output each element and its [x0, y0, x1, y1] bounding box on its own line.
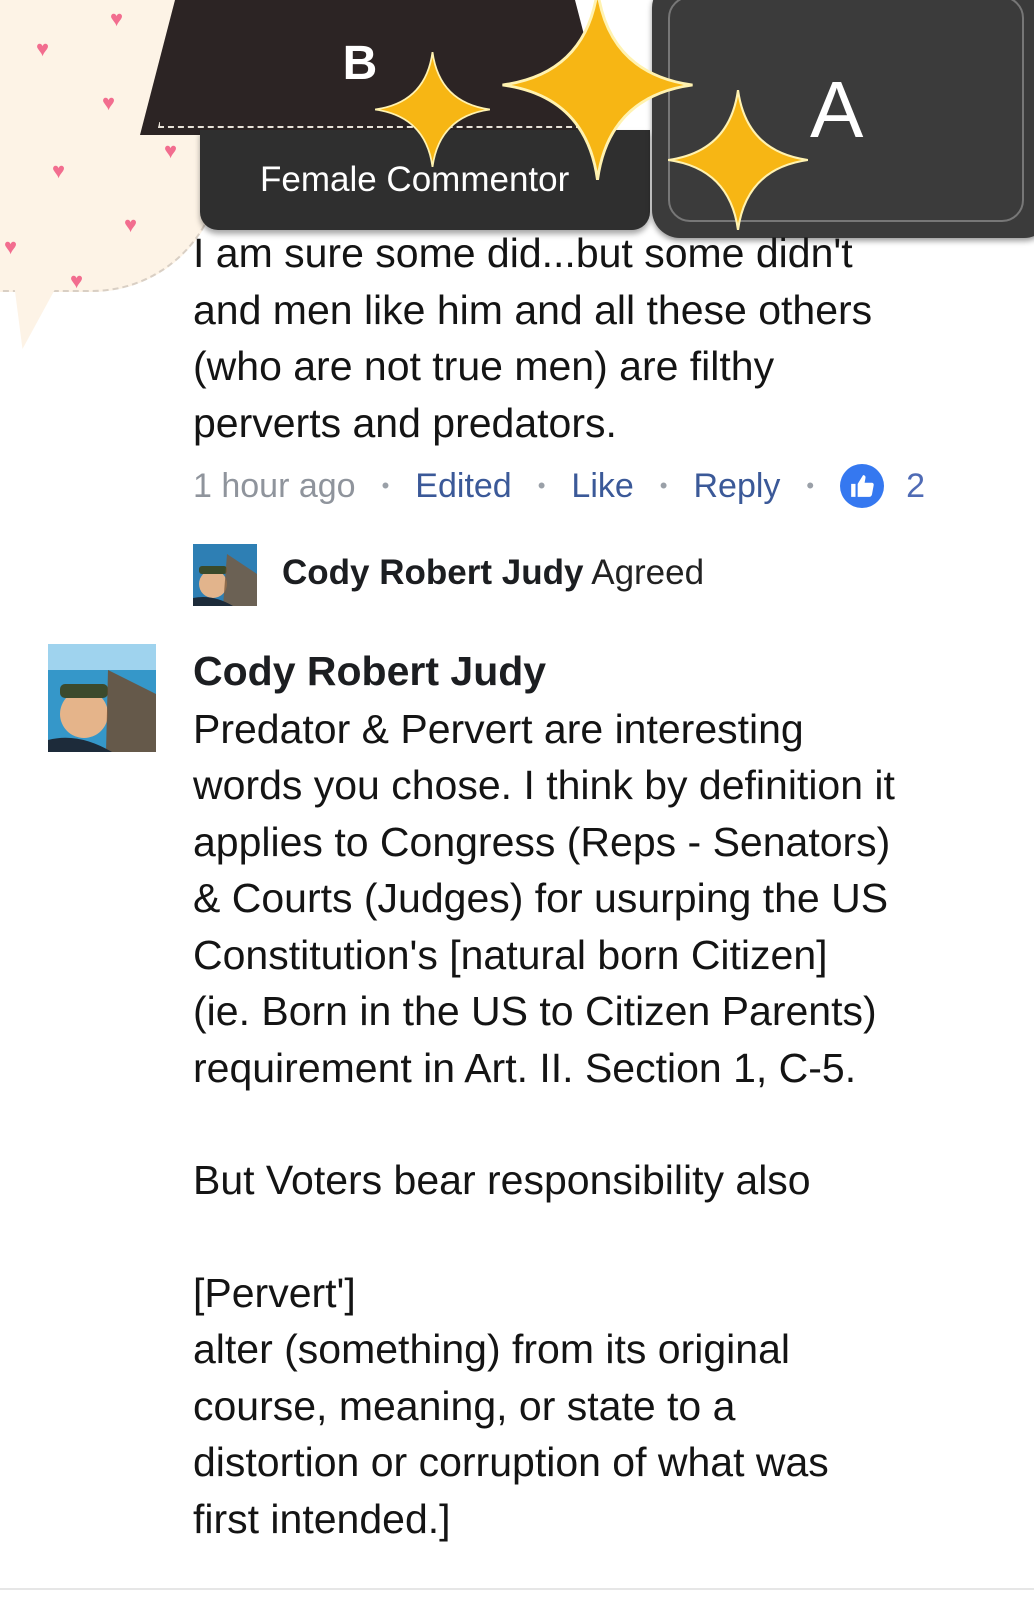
avatar-photo — [193, 544, 257, 606]
comment-line: & Courts (Judges) for usurping the US — [193, 875, 889, 921]
comment-line: words you chose. I think by definition i… — [193, 762, 895, 808]
like-count[interactable]: 2 — [906, 467, 925, 506]
heart-icon: ♥ — [164, 138, 178, 163]
divider — [0, 1588, 1034, 1590]
reaction-author-name[interactable]: Cody Robert Judy — [282, 553, 583, 592]
comment-line: (ie. Born in the US to Citizen Parents) — [193, 988, 877, 1034]
heart-icon: ♥ — [70, 268, 84, 293]
comment-line: [Pervert'] — [193, 1270, 356, 1316]
separator-dot: • — [537, 473, 546, 498]
thumbs-up-icon[interactable] — [840, 464, 885, 508]
comment-timestamp: 1 hour ago — [193, 466, 356, 505]
separator-dot: • — [806, 473, 815, 498]
avatar-photo — [48, 644, 156, 752]
comment-line: Constitution's [natural born Citizen] — [193, 932, 828, 978]
comment-line: distortion or corruption of what was — [193, 1439, 829, 1485]
comment-line: course, meaning, or state to a — [193, 1383, 736, 1429]
comment-line: requirement in Art. II. Section 1, C-5. — [193, 1045, 857, 1091]
label-a-letter: A — [810, 65, 864, 154]
avatar[interactable] — [193, 544, 257, 606]
comment-meta-row: 1 hour ago • Edited • Like • Reply • 2 — [193, 462, 925, 510]
comment-line: But Voters bear responsibility also — [193, 1157, 811, 1203]
comment-line: applies to Congress (Reps - Senators) — [193, 819, 891, 865]
speech-bubble-tail — [0, 266, 64, 354]
comment-line: and men like him and all these others — [193, 287, 873, 333]
heart-icon: ♥ — [102, 90, 116, 115]
heart-icon: ♥ — [52, 158, 66, 183]
like-button[interactable]: Like — [571, 467, 633, 506]
reaction-row: Cody Robert Judy Agreed — [282, 553, 704, 593]
avatar[interactable] — [48, 644, 156, 752]
comment-line: perverts and predators. — [193, 400, 617, 446]
reaction-label: Agreed — [591, 553, 705, 592]
separator-dot: • — [381, 473, 390, 498]
heart-icon: ♥ — [124, 212, 138, 237]
heart-icon: ♥ — [4, 234, 18, 259]
sparkle-icon — [668, 90, 808, 230]
edited-link[interactable]: Edited — [415, 467, 511, 506]
sparkle-icon — [375, 52, 490, 167]
comment-line: Predator & Pervert are interesting — [193, 706, 804, 752]
reply-button[interactable]: Reply — [693, 467, 780, 506]
heart-icon: ♥ — [36, 36, 50, 61]
comment-line: alter (something) from its original — [193, 1326, 790, 1372]
reply-author-name[interactable]: Cody Robert Judy — [193, 648, 546, 695]
comment-line: first intended.] — [193, 1496, 451, 1542]
comment-line: I am sure some did...but some didn't — [193, 230, 853, 276]
comment-line: (who are not true men) are filthy — [193, 343, 775, 389]
heart-icon: ♥ — [110, 6, 124, 31]
separator-dot: • — [659, 473, 668, 498]
thumbs-up-glyph — [851, 475, 874, 497]
